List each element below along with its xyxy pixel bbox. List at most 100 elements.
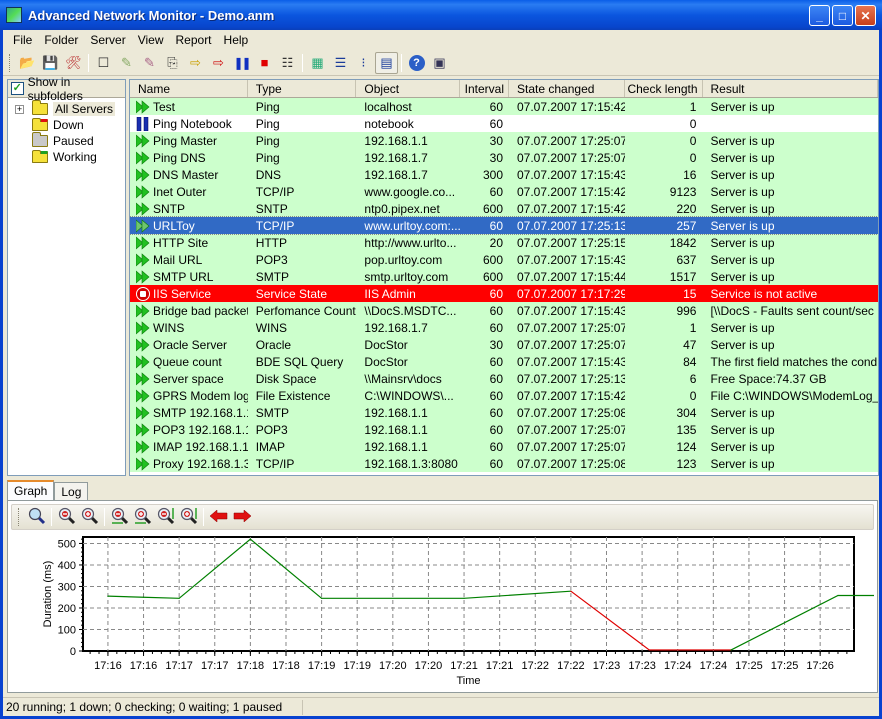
pause-button[interactable]: ❚❚ xyxy=(230,52,253,74)
edit-multiple-button[interactable]: ✎ xyxy=(138,52,161,74)
graph-toolbar-grip[interactable] xyxy=(18,508,21,526)
report-button[interactable]: ☷ xyxy=(276,52,299,74)
column-header-state-changed[interactable]: State changed xyxy=(509,80,625,97)
menu-server[interactable]: Server xyxy=(84,33,131,47)
folder-item-all-servers[interactable]: + All Servers xyxy=(8,100,125,117)
cell-state-changed: 07.07.2007 17:25:13 xyxy=(509,217,625,234)
table-row[interactable]: HTTP Site HTTP http://www.urlto... 20 07.07.… xyxy=(130,234,878,251)
table-row[interactable]: IMAP 192.168.1.1 IMAP 192.168.1.1 60 07.07.2… xyxy=(130,438,878,455)
open-button[interactable]: 📂 xyxy=(16,52,39,74)
cell-text: 07.07.2007 17:15:43 xyxy=(517,252,625,267)
table-row[interactable]: DNS Master DNS 192.168.1.7 300 07.07.2007 17… xyxy=(130,166,878,183)
cell-result: Server is up xyxy=(702,183,878,200)
graph-view-button[interactable]: ▦ xyxy=(306,52,329,74)
cell-interval: 600 xyxy=(460,268,509,285)
folder-item-down[interactable]: Down xyxy=(8,117,125,133)
tab-graph[interactable]: Graph xyxy=(7,480,55,500)
toolbar-separator xyxy=(88,53,89,72)
running-icon xyxy=(136,184,150,199)
stop-button[interactable]: ■ xyxy=(253,52,276,74)
table-row[interactable]: Proxy 192.168.1.3 TCP/IP 192.168.1.3:8080 6… xyxy=(130,455,878,472)
table-row[interactable]: GPRS Modem log File Existence C:\WINDOWS\.… xyxy=(130,387,878,404)
cell-check-length: 637 xyxy=(625,251,703,268)
table-row[interactable]: URLToy TCP/IP www.urltoy.com:... 60 07.07.20… xyxy=(130,216,878,235)
zoom-out-horizontal-button[interactable] xyxy=(108,506,131,528)
column-header-check-length[interactable]: Check length xyxy=(625,80,703,97)
help-button[interactable]: ? xyxy=(405,52,428,74)
column-header-name[interactable]: Name xyxy=(130,80,248,97)
cell-interval: 30 xyxy=(460,336,509,353)
zoom-in-vertical-button[interactable] xyxy=(177,506,200,528)
cell-text: Server is up xyxy=(710,235,775,250)
cell-text: Ping Notebook xyxy=(153,116,232,131)
table-row[interactable]: Inet Outer TCP/IP www.google.co... 60 07.07.… xyxy=(130,183,878,200)
maximize-button[interactable]: □ xyxy=(832,5,853,26)
zoom-out-button[interactable] xyxy=(55,506,78,528)
close-button[interactable]: ✕ xyxy=(855,5,876,26)
cell-text: Server is up xyxy=(710,150,775,165)
cell-state-changed: 07.07.2007 17:25:07 xyxy=(509,438,625,455)
menu-view[interactable]: View xyxy=(132,33,170,47)
cell-text: 60 xyxy=(489,320,503,335)
cell-result: Server is up xyxy=(702,98,878,115)
about-button[interactable]: ▣ xyxy=(428,52,451,74)
edit-server-button[interactable]: ✎ xyxy=(115,52,138,74)
folder-item-paused[interactable]: Paused xyxy=(8,132,125,149)
column-header-result[interactable]: Result xyxy=(703,80,878,97)
toolbar-grip[interactable] xyxy=(9,53,12,72)
zoom-in-button[interactable] xyxy=(78,506,101,528)
table-view-button[interactable]: ▤ xyxy=(375,51,398,74)
cell-text: www.urltoy.com:... xyxy=(364,218,461,233)
checkbox-check-icon[interactable]: ✓ xyxy=(11,82,24,95)
column-header-type[interactable]: Type xyxy=(248,80,357,97)
move-in-button[interactable]: ⇨ xyxy=(184,52,207,74)
cell-state-changed: 07.07.2007 17:25:13 xyxy=(509,370,625,387)
settings-tools-button[interactable]: 🛠 xyxy=(62,52,85,74)
tab-log[interactable]: Log xyxy=(54,482,89,500)
list-view-button[interactable]: ☰ xyxy=(329,52,352,74)
cell-text: \\Mainsrv\docs xyxy=(364,371,442,386)
menu-help[interactable]: Help xyxy=(218,33,255,47)
expand-icon[interactable]: + xyxy=(15,105,24,114)
zoom-fit-button[interactable] xyxy=(25,506,48,528)
title-bar[interactable]: Advanced Network Monitor - Demo.anm _ □ … xyxy=(0,0,882,30)
details-view-button[interactable]: ⁝ xyxy=(352,52,375,74)
table-row[interactable]: Bridge bad packets Perfomance Counter \\Do… xyxy=(130,302,878,319)
table-row[interactable]: Ping Master Ping 192.168.1.1 30 07.07.2007 1… xyxy=(130,132,878,149)
zoom-out-vertical-button[interactable] xyxy=(154,506,177,528)
table-row[interactable]: Queue count BDE SQL Query DocStor 60 07.07.2… xyxy=(130,353,878,370)
show-in-subfolders-checkbox[interactable]: ✓ Show in subfolders xyxy=(8,75,125,103)
table-row[interactable]: SMTP URL SMTP smtp.urltoy.com 600 07.07.2007… xyxy=(130,268,878,285)
scroll-right-button[interactable] xyxy=(230,506,253,528)
table-row[interactable]: Mail URL POP3 pop.urltoy.com 600 07.07.2007 … xyxy=(130,251,878,268)
folder-item-working[interactable]: Working xyxy=(8,149,125,165)
cell-text: 60 xyxy=(489,218,503,233)
cell-type: SNTP xyxy=(248,200,357,217)
cell-text: 60 xyxy=(489,422,503,437)
table-row[interactable]: IIS Service Service State IIS Admin 60 07.07… xyxy=(130,285,878,302)
scroll-left-button[interactable] xyxy=(207,506,230,528)
zoom-in-horizontal-button[interactable] xyxy=(131,506,154,528)
move-out-button[interactable]: ⇨ xyxy=(207,52,230,74)
running-icon xyxy=(136,201,150,216)
column-header-object[interactable]: Object xyxy=(356,80,461,97)
table-row[interactable]: WINS WINS 192.168.1.7 60 07.07.2007 17:25:07… xyxy=(130,319,878,336)
copy-button[interactable]: ⎘ xyxy=(161,52,184,74)
menu-file[interactable]: File xyxy=(7,33,38,47)
table-row[interactable]: Oracle Server Oracle DocStor 30 07.07.2007 1… xyxy=(130,336,878,353)
table-row[interactable]: SNTP SNTP ntp0.pipex.net 600 07.07.2007 17:1… xyxy=(130,200,878,217)
data-point xyxy=(570,590,572,592)
table-row[interactable]: Test Ping localhost 60 07.07.2007 17:15:42 1 S… xyxy=(130,98,878,115)
menu-report[interactable]: Report xyxy=(170,33,218,47)
table-row[interactable]: Ping DNS Ping 192.168.1.7 30 07.07.2007 17:2… xyxy=(130,149,878,166)
column-header-interval[interactable]: Interval xyxy=(460,80,510,97)
cell-object: 192.168.1.1 xyxy=(356,404,460,421)
table-row[interactable]: POP3 192.168.1.1 POP3 192.168.1.1 60 07.07.2… xyxy=(130,421,878,438)
table-row[interactable]: Ping Notebook Ping notebook 60 0 xyxy=(130,115,878,132)
new-server-button[interactable]: ☐ xyxy=(92,52,115,74)
table-row[interactable]: SMTP 192.168.1.1 SMTP 192.168.1.1 60 07.07.2… xyxy=(130,404,878,421)
table-row[interactable]: Server space Disk Space \\Mainsrv\docs 60 07… xyxy=(130,370,878,387)
minimize-button[interactable]: _ xyxy=(809,5,830,26)
menu-folder[interactable]: Folder xyxy=(38,33,84,47)
save-button[interactable]: 💾 xyxy=(39,52,62,74)
